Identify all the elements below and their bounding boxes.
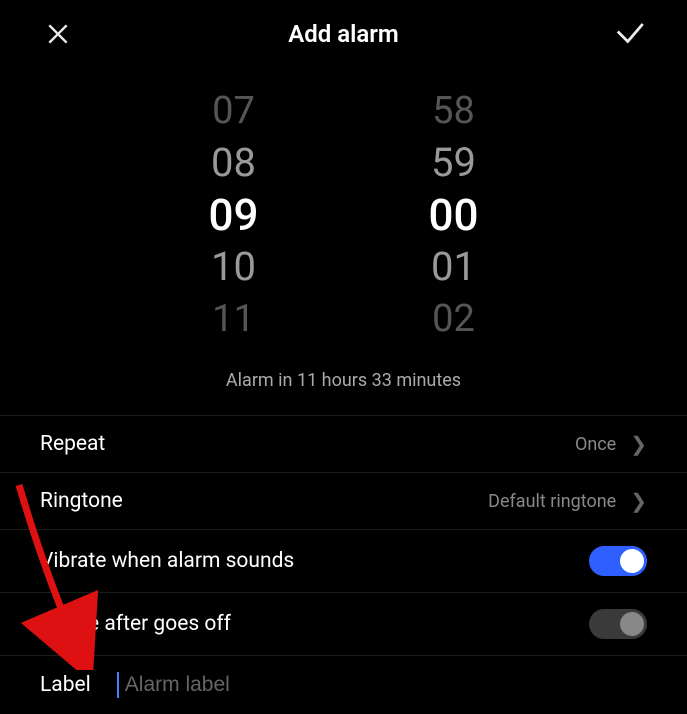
minute-option: 58 xyxy=(432,88,475,134)
repeat-row[interactable]: Repeat Once ❯ xyxy=(0,415,687,472)
chevron-right-icon: ❯ xyxy=(630,489,647,513)
alarm-label-input[interactable] xyxy=(117,672,647,698)
delete-row: Delete after goes off xyxy=(0,592,687,655)
repeat-value: Once xyxy=(575,434,616,455)
vibrate-label: Vibrate when alarm sounds xyxy=(40,549,294,573)
repeat-value-wrap: Once ❯ xyxy=(575,432,647,456)
ringtone-value: Default ringtone xyxy=(488,491,616,512)
time-picker: 07 08 09 10 11 58 59 00 01 02 xyxy=(0,88,687,342)
close-icon[interactable] xyxy=(40,16,76,52)
hour-wheel[interactable]: 07 08 09 10 11 xyxy=(208,88,258,342)
ringtone-row[interactable]: Ringtone Default ringtone ❯ xyxy=(0,472,687,529)
hour-selected: 09 xyxy=(208,192,258,238)
minute-wheel[interactable]: 58 59 00 01 02 xyxy=(429,88,479,342)
hour-option: 10 xyxy=(211,244,256,290)
delete-toggle[interactable] xyxy=(589,609,647,639)
minute-option: 02 xyxy=(432,296,475,342)
vibrate-toggle[interactable] xyxy=(589,546,647,576)
header: Add alarm xyxy=(0,0,687,68)
hour-option: 11 xyxy=(212,296,255,342)
delete-label: Delete after goes off xyxy=(40,612,231,636)
hour-option: 07 xyxy=(212,88,255,134)
confirm-icon[interactable] xyxy=(611,16,647,52)
countdown-text: Alarm in 11 hours 33 minutes xyxy=(0,370,687,391)
minute-selected: 00 xyxy=(429,192,479,238)
page-title: Add alarm xyxy=(288,20,399,48)
label-row: Label xyxy=(0,655,687,714)
hour-option: 08 xyxy=(211,140,256,186)
minute-option: 59 xyxy=(431,140,476,186)
vibrate-row: Vibrate when alarm sounds xyxy=(0,529,687,592)
ringtone-value-wrap: Default ringtone ❯ xyxy=(488,489,647,513)
minute-option: 01 xyxy=(431,244,476,290)
label-field-label: Label xyxy=(40,673,91,697)
repeat-label: Repeat xyxy=(40,432,105,456)
chevron-right-icon: ❯ xyxy=(630,432,647,456)
ringtone-label: Ringtone xyxy=(40,489,123,513)
settings-list: Repeat Once ❯ Ringtone Default ringtone … xyxy=(0,415,687,714)
